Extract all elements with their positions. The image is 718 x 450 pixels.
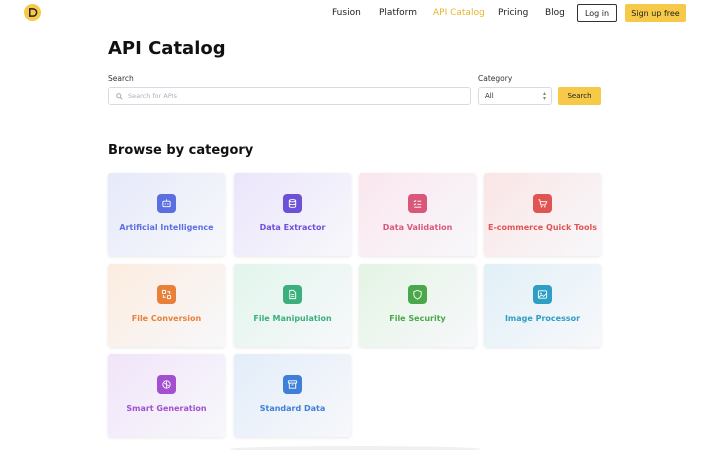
shield-icon	[408, 285, 427, 304]
chevron-updown-icon: ▴ ▾	[542, 90, 546, 102]
category-card-label: Standard Data	[259, 404, 326, 413]
robot-icon	[157, 194, 176, 213]
search-button[interactable]: Search	[558, 87, 601, 105]
database-icon	[283, 194, 302, 213]
file-edit-icon	[283, 285, 302, 304]
bottom-shadow	[230, 446, 480, 450]
category-card[interactable]: File Conversion	[108, 264, 225, 347]
top-nav: Fusion Platform API Catalog Pricing Blog…	[0, 0, 718, 28]
brain-icon	[157, 375, 176, 394]
search-label: Search	[108, 74, 134, 83]
category-card[interactable]: Standard Data	[234, 354, 351, 437]
category-card[interactable]: File Security	[359, 264, 476, 347]
page-title: API Catalog	[108, 38, 226, 59]
category-card[interactable]: Image Processor	[484, 264, 601, 347]
nav-link-pricing[interactable]: Pricing	[498, 8, 528, 19]
section-title: Browse by category	[108, 143, 254, 158]
category-card[interactable]: Data Validation	[359, 173, 476, 256]
category-card[interactable]: File Manipulation	[234, 264, 351, 347]
search-input[interactable]	[128, 92, 448, 100]
category-card-label: Artificial Intelligence	[119, 223, 214, 232]
nav-link-api-catalog[interactable]: API Catalog	[433, 8, 485, 19]
category-card[interactable]: Data Extractor	[234, 173, 351, 256]
category-card-label: File Manipulation	[253, 314, 332, 323]
category-card-label: E-commerce Quick Tools	[488, 223, 597, 232]
archive-icon	[283, 375, 302, 394]
category-card-label: Data Validation	[382, 223, 453, 232]
convert-icon	[157, 285, 176, 304]
category-card[interactable]: Smart Generation	[108, 354, 225, 437]
category-card-label: File Conversion	[131, 314, 202, 323]
nav-link-fusion[interactable]: Fusion	[332, 8, 361, 19]
search-field[interactable]	[108, 87, 471, 105]
nav-link-blog[interactable]: Blog	[545, 8, 565, 19]
category-card[interactable]: Artificial Intelligence	[108, 173, 225, 256]
category-card-label: Image Processor	[504, 314, 581, 323]
category-select-value: All	[485, 92, 494, 100]
logo-icon[interactable]	[24, 4, 41, 21]
category-card-label: Smart Generation	[126, 404, 207, 413]
checklist-icon	[408, 194, 427, 213]
category-select[interactable]: All ▴ ▾	[478, 87, 552, 105]
nav-link-platform[interactable]: Platform	[379, 8, 417, 19]
search-icon	[116, 92, 123, 100]
category-label: Category	[478, 74, 513, 83]
login-button[interactable]: Log in	[577, 4, 617, 22]
category-card[interactable]: E-commerce Quick Tools	[484, 173, 601, 256]
category-card-label: File Security	[389, 314, 446, 323]
category-card-label: Data Extractor	[259, 223, 326, 232]
image-icon	[533, 285, 552, 304]
signup-button[interactable]: Sign up free	[625, 4, 686, 22]
cart-icon	[533, 194, 552, 213]
